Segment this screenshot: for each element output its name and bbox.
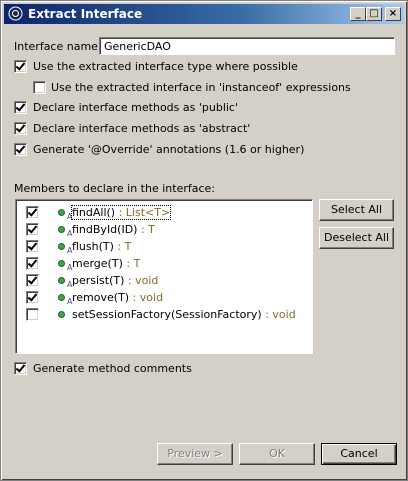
member-text: findAll() : List<T>	[70, 205, 172, 220]
generate-comments-label: Generate method comments	[33, 362, 192, 375]
interface-name-label: Interface name:	[14, 40, 102, 53]
member-name: findAll()	[72, 206, 116, 219]
member-checkbox[interactable]	[26, 257, 39, 270]
members-list[interactable]: A findAll() : List<T> A findById(ID) : T…	[15, 199, 313, 354]
option-override-checkbox[interactable]	[14, 143, 27, 156]
close-button[interactable]: ×	[385, 7, 401, 21]
member-text: merge(T) : T	[72, 257, 140, 270]
generate-comments-checkbox[interactable]	[14, 362, 27, 375]
member-text: setSessionFactory(SessionFactory) : void	[72, 308, 296, 321]
ok-button[interactable]: OK	[239, 443, 315, 465]
option-abstract-checkbox[interactable]	[14, 122, 27, 135]
member-name: findById(ID)	[72, 223, 138, 236]
public-method-icon	[58, 226, 65, 233]
member-type: : T	[137, 223, 155, 236]
member-checkbox[interactable]	[26, 240, 39, 253]
member-row-findall[interactable]: A findAll() : List<T>	[22, 204, 308, 221]
public-method-icon	[58, 311, 65, 318]
member-name: merge(T)	[72, 257, 123, 270]
member-row-findbyid[interactable]: A findById(ID) : T	[22, 221, 308, 238]
select-all-button[interactable]: Select All	[319, 199, 394, 221]
members-label: Members to declare in the interface:	[14, 182, 215, 195]
minimize-button[interactable]: _	[350, 7, 366, 21]
deselect-all-button[interactable]: Deselect All	[319, 227, 394, 249]
option-instanceof-label: Use the extracted interface in 'instance…	[51, 81, 351, 94]
option-public-label: Declare interface methods as 'public'	[33, 101, 239, 114]
public-method-icon	[58, 260, 65, 267]
member-checkbox[interactable]	[26, 308, 39, 321]
option-abstract-label: Declare interface methods as 'abstract'	[33, 122, 251, 135]
member-checkbox[interactable]	[26, 223, 39, 236]
member-row-setsessionfactory[interactable]: setSessionFactory(SessionFactory) : void	[22, 306, 308, 323]
member-type: : T	[122, 257, 141, 270]
public-method-icon	[58, 277, 65, 284]
public-method-icon	[58, 294, 65, 301]
option-public-checkbox[interactable]	[14, 101, 27, 114]
option-override-label: Generate '@Override' annotations (1.6 or…	[33, 143, 305, 156]
member-text: flush(T) : T	[72, 240, 131, 253]
extract-interface-dialog: Extract Interface _ □ × Interface name: …	[0, 0, 408, 481]
public-method-icon	[58, 243, 65, 250]
option-use-type-checkbox[interactable]	[14, 60, 27, 73]
title-bar[interactable]: Extract Interface _ □ ×	[4, 4, 404, 24]
member-checkbox[interactable]	[26, 206, 39, 219]
member-row-remove[interactable]: A remove(T) : void	[22, 289, 308, 306]
member-checkbox[interactable]	[26, 291, 39, 304]
member-type: : void	[124, 274, 159, 287]
window-title: Extract Interface	[28, 7, 143, 21]
member-type: : void	[129, 291, 164, 304]
member-name: setSessionFactory(SessionFactory)	[72, 308, 262, 321]
member-name: remove(T)	[72, 291, 130, 304]
maximize-button[interactable]: □	[366, 7, 382, 21]
member-row-persist[interactable]: A persist(T) : void	[22, 272, 308, 289]
member-type: : void	[261, 308, 296, 321]
eclipse-icon	[8, 6, 23, 21]
option-use-type-label: Use the extracted interface type where p…	[33, 60, 298, 73]
member-name: flush(T)	[72, 240, 114, 253]
member-text: findById(ID) : T	[72, 223, 155, 236]
preview-button[interactable]: Preview >	[157, 443, 233, 465]
member-type: : List<T>	[115, 206, 171, 219]
member-checkbox[interactable]	[26, 274, 39, 287]
member-text: remove(T) : void	[72, 291, 163, 304]
member-name: persist(T)	[72, 274, 125, 287]
interface-name-input[interactable]: GenericDAO	[99, 37, 395, 55]
option-instanceof-checkbox[interactable]	[33, 81, 46, 94]
public-method-icon	[58, 209, 65, 216]
member-row-flush[interactable]: A flush(T) : T	[22, 238, 308, 255]
member-text: persist(T) : void	[72, 274, 158, 287]
member-row-merge[interactable]: A merge(T) : T	[22, 255, 308, 272]
member-type: : T	[113, 240, 132, 253]
cancel-button[interactable]: Cancel	[321, 443, 397, 465]
